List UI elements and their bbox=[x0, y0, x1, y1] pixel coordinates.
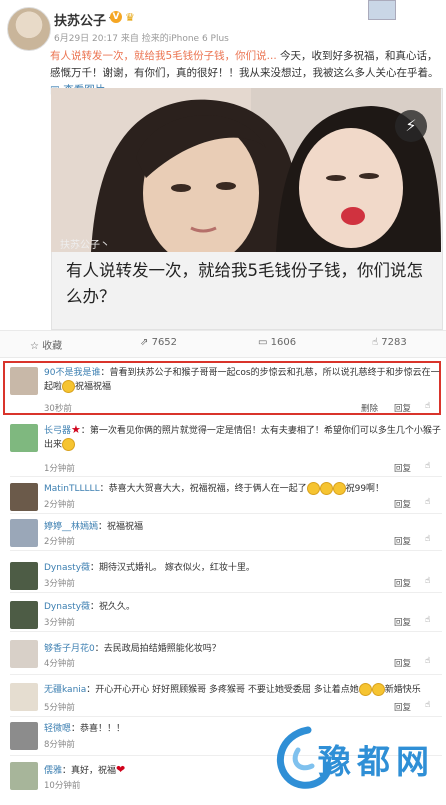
comment-text: 90不是我是谁：曾看到扶苏公子和猴子哥哥一起cos的步惊云和孔慈，所以说孔慈终于… bbox=[44, 368, 440, 393]
post-link[interactable]: 有人说转发一次，就给我5毛钱份子钱，你们说... bbox=[50, 50, 277, 62]
divider bbox=[10, 674, 442, 675]
thumbs-up-icon[interactable]: ☝ bbox=[425, 700, 430, 710]
emoji-icon bbox=[62, 380, 76, 393]
comment-avatar[interactable] bbox=[10, 483, 38, 511]
reply-button[interactable]: 回复 bbox=[394, 462, 411, 474]
follow-avatar[interactable] bbox=[368, 0, 396, 20]
divider bbox=[10, 592, 442, 593]
comment-time: 5分钟前 bbox=[44, 703, 75, 713]
star-badge-icon: ★ bbox=[71, 423, 81, 436]
comment-author[interactable]: Dynasty薇 bbox=[44, 563, 90, 573]
heart-icon: ❤ bbox=[116, 763, 126, 776]
comment-avatar[interactable] bbox=[10, 601, 38, 629]
comment-avatar[interactable] bbox=[10, 562, 38, 590]
comment-text: 够香子月花0：去民政局拍结婚照能化妆吗？ bbox=[44, 644, 221, 654]
repost-icon: ⇗ bbox=[140, 337, 149, 348]
divider bbox=[10, 550, 442, 551]
comment-author[interactable]: 够香子月花0 bbox=[44, 644, 95, 654]
comment-button[interactable]: ▭ 1606 bbox=[258, 337, 296, 348]
comment-author[interactable]: 长弓器 bbox=[44, 426, 71, 436]
repost-button[interactable]: ⇗ 7652 bbox=[140, 337, 177, 348]
comment-time: 30秒前 bbox=[44, 404, 72, 414]
comment-avatar[interactable] bbox=[10, 762, 38, 790]
comment-text: 无疆kania：开心开心开心 好好照顾猴哥 多疼猴哥 不要让她受委屈 多让着点她… bbox=[44, 683, 421, 696]
verified-badge-icon: V bbox=[110, 11, 122, 23]
comment-time: 3分钟前 bbox=[44, 618, 75, 628]
comment-author[interactable]: 无疆kania bbox=[44, 685, 86, 695]
reply-button[interactable]: 回复 bbox=[394, 616, 411, 628]
comment-author[interactable]: 儒雅 bbox=[44, 766, 62, 776]
comment-text: MatinTLLLLL：恭喜大大贺喜大大，祝福祝福，终于俩人在一起了 祝99啊！ bbox=[44, 482, 385, 495]
delete-button[interactable]: 删除 bbox=[361, 402, 378, 414]
emoji-icon bbox=[319, 482, 333, 495]
comment-text: Dynasty薇：期待汉式婚礼。 嫁衣似火，红妆十里。 bbox=[44, 563, 255, 573]
user-avatar[interactable] bbox=[7, 7, 51, 51]
comment-avatar[interactable] bbox=[10, 683, 38, 711]
comment-time: 2分钟前 bbox=[44, 500, 75, 510]
comment-time: 3分钟前 bbox=[44, 579, 75, 589]
star-icon: ☆ bbox=[30, 341, 39, 352]
comment-time: 8分钟前 bbox=[44, 740, 75, 750]
crown-icon: ♛ bbox=[125, 11, 135, 24]
flash-icon[interactable]: ⚡ bbox=[395, 110, 427, 142]
comment-text: 长弓器★：第一次看见你俩的照片就觉得一定是情侣！太有夫妻相了！希望你们可以多生几… bbox=[44, 423, 441, 451]
username[interactable]: 扶苏公子丶 bbox=[54, 10, 119, 29]
reply-button[interactable]: 回复 bbox=[394, 402, 411, 414]
emoji-icon bbox=[371, 683, 385, 696]
thumbs-up-icon[interactable]: ☝ bbox=[425, 461, 430, 471]
card-photo[interactable] bbox=[51, 88, 441, 252]
thumbs-up-icon[interactable]: ☝ bbox=[425, 497, 430, 507]
comment-time: 1分钟前 bbox=[44, 464, 75, 474]
emoji-icon bbox=[332, 482, 346, 495]
thumbs-up-icon[interactable]: ☝ bbox=[425, 534, 430, 544]
reply-button[interactable]: 回复 bbox=[394, 577, 411, 589]
reply-button[interactable]: 回复 bbox=[394, 535, 411, 547]
card-title[interactable]: 有人说转发一次，就给我5毛钱份子钱，你们说怎么办？ bbox=[66, 258, 426, 310]
emoji-icon bbox=[306, 482, 320, 495]
comment-author[interactable]: Dynasty薇 bbox=[44, 602, 90, 612]
thumbs-up-icon: ☝ bbox=[372, 337, 379, 348]
thumbs-up-icon[interactable]: ☝ bbox=[425, 576, 430, 586]
comment-avatar[interactable] bbox=[10, 640, 38, 668]
divider bbox=[10, 513, 442, 514]
photo-watermark: 扶苏公子丶 bbox=[60, 240, 110, 251]
comment-text: Dynasty薇：祝久久。 bbox=[44, 602, 136, 612]
comment-avatar[interactable] bbox=[10, 519, 38, 547]
reply-button[interactable]: 回复 bbox=[394, 498, 411, 510]
thumbs-up-icon[interactable]: ☝ bbox=[425, 401, 430, 411]
comment-avatar[interactable] bbox=[10, 367, 38, 395]
divider bbox=[10, 476, 442, 477]
comment-icon: ▭ bbox=[258, 337, 268, 348]
like-button[interactable]: ☝ 7283 bbox=[372, 337, 407, 348]
comment-author[interactable]: MatinTLLLLL bbox=[44, 484, 100, 494]
comment-time: 4分钟前 bbox=[44, 659, 75, 669]
comment-avatar[interactable] bbox=[10, 722, 38, 750]
logo-text: 豫都网 bbox=[318, 742, 435, 781]
thumbs-up-icon[interactable]: ☝ bbox=[425, 615, 430, 625]
comment-avatar[interactable] bbox=[10, 424, 38, 452]
comment-time: 2分钟前 bbox=[44, 537, 75, 547]
comment-time: 10分钟前 bbox=[44, 781, 81, 791]
comment-author[interactable]: 轻微嗯 bbox=[44, 724, 71, 734]
post-meta: 6月29日 20:17 来自 捡来的iPhone 6 Plus bbox=[54, 34, 229, 44]
comment-author[interactable]: 婷婷__林嫣嫣 bbox=[44, 522, 98, 532]
favorite-button[interactable]: ☆ 收藏 bbox=[30, 337, 62, 352]
reply-button[interactable]: 回复 bbox=[394, 657, 411, 669]
emoji-icon bbox=[62, 438, 76, 451]
comment-author[interactable]: 90不是我是谁 bbox=[44, 368, 100, 378]
divider bbox=[10, 631, 442, 632]
thumbs-up-icon[interactable]: ☝ bbox=[425, 656, 430, 666]
comment-text: 婷婷__林嫣嫣：祝福祝福 bbox=[44, 522, 144, 532]
emoji-icon bbox=[358, 683, 372, 696]
